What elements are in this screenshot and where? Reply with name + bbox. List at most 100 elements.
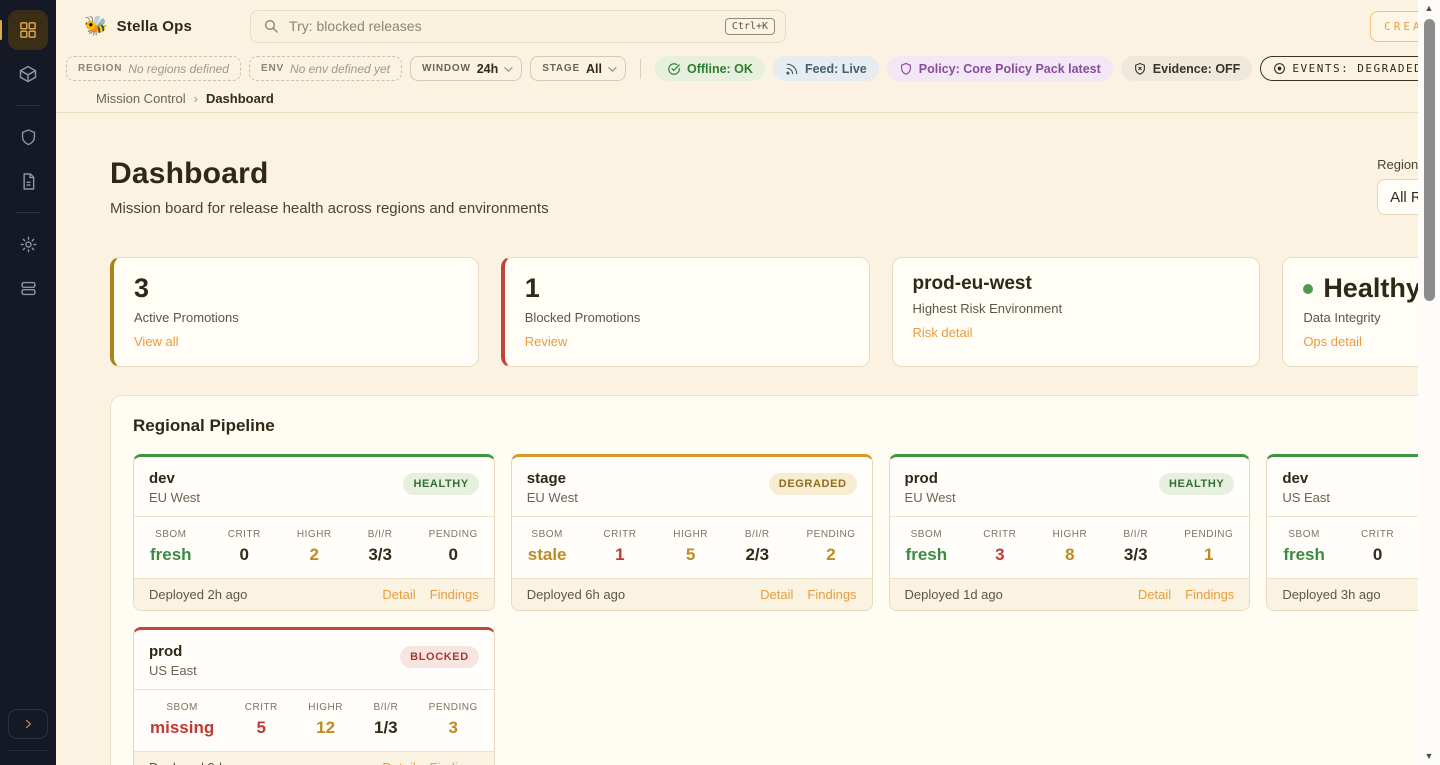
sidebar-item-security[interactable] (8, 117, 48, 157)
env-chip-label: ENV (261, 63, 284, 74)
sidebar-item-releases[interactable] (8, 54, 48, 94)
shield-icon (899, 62, 913, 76)
stat-header: HIGHR (297, 529, 332, 540)
offline-status-text: Offline: OK (687, 62, 753, 76)
rss-icon (785, 62, 799, 76)
detail-link[interactable]: Detail (1138, 587, 1171, 602)
window-chip-value: 24h (477, 62, 499, 76)
health-dot-icon (1303, 284, 1313, 294)
offline-status-pill[interactable]: Offline: OK (655, 56, 765, 81)
search-icon (263, 18, 279, 34)
status-badge: DEGRADED (769, 473, 857, 495)
brand: 🐝 Stella Ops (84, 14, 192, 38)
env-name: dev (1282, 470, 1330, 487)
detail-link[interactable]: Detail (760, 587, 793, 602)
blocked-promotions-card: 1 Blocked Promotions Review (501, 257, 870, 367)
sidebar-item-dashboard[interactable] (8, 10, 48, 50)
regional-pipeline-panel: Regional Pipeline All environments dev E… (110, 395, 1440, 765)
detail-link[interactable]: Detail (382, 760, 415, 765)
gear-icon (19, 235, 38, 254)
findings-link[interactable]: Findings (430, 760, 479, 765)
stage-chip[interactable]: STAGE All (530, 56, 626, 81)
region-chip[interactable]: REGION No regions defined (66, 56, 241, 81)
search-input[interactable] (289, 18, 725, 34)
stat-value: 0 (228, 545, 261, 565)
window-chip[interactable]: WINDOW 24h (410, 56, 522, 81)
stat-value: 1 (603, 545, 636, 565)
stat-header: PENDING (429, 702, 478, 713)
env-region: US East (1282, 490, 1330, 505)
evidence-status-pill[interactable]: Evidence: OFF (1121, 56, 1253, 81)
scroll-down-arrow[interactable]: ▼ (1425, 748, 1434, 764)
env-name: stage (527, 470, 578, 487)
sidebar-divider (15, 105, 41, 106)
env-card-prod-eu-west: prod EU West HEALTHY SBOMfresh CRITR3 HI… (889, 454, 1251, 611)
sidebar-item-settings[interactable] (8, 224, 48, 264)
active-indicator (0, 20, 2, 40)
sidebar-divider (15, 212, 41, 213)
shield-x-icon (1133, 62, 1147, 76)
stat-header: PENDING (429, 529, 478, 540)
stat-header: HIGHR (1052, 529, 1087, 540)
findings-link[interactable]: Findings (807, 587, 856, 602)
ops-detail-link[interactable]: Ops detail (1303, 334, 1362, 349)
sidebar-item-documents[interactable] (8, 161, 48, 201)
stat-value: fresh (906, 545, 948, 565)
env-card-prod-us-east: prod US East BLOCKED SBOMmissing CRITR5 … (133, 627, 495, 765)
deployed-text: Deployed 2h ago (149, 587, 247, 602)
panel-title: Regional Pipeline (133, 416, 275, 436)
region-chip-label: REGION (78, 63, 122, 74)
status-badge: BLOCKED (400, 646, 479, 668)
stat-header: HIGHR (308, 702, 343, 713)
findings-link[interactable]: Findings (1185, 587, 1234, 602)
scrollbar-thumb[interactable] (1424, 19, 1435, 301)
stat-header: B/I/R (368, 529, 393, 540)
stage-chip-label: STAGE (542, 63, 580, 74)
status-badge: HEALTHY (403, 473, 478, 495)
app-window: 🐝 Stella Ops Ctrl+K CREATE RELEASE (0, 0, 1440, 765)
env-region: EU West (527, 490, 578, 505)
policy-status-pill[interactable]: Policy: Core Policy Pack latest (887, 56, 1113, 81)
highest-risk-label: Highest Risk Environment (913, 301, 1240, 316)
scrollbar: ▲ ▼ (1418, 0, 1440, 765)
check-circle-icon (667, 62, 681, 76)
data-integrity-card: Healthy Data Integrity Ops detail (1282, 257, 1440, 367)
stat-header: SBOM (1283, 529, 1325, 540)
scroll-up-arrow[interactable]: ▲ (1425, 0, 1434, 16)
review-link[interactable]: Review (525, 334, 568, 349)
sidebar-expand-button[interactable] (8, 709, 48, 739)
sidebar-divider (8, 750, 48, 751)
document-icon (19, 172, 38, 191)
page-content: Dashboard Mission board for release heal… (56, 113, 1440, 765)
server-icon (19, 279, 38, 298)
events-status-pill[interactable]: EVENTS: DEGRADED (1260, 56, 1435, 81)
stat-value: 2 (806, 545, 855, 565)
brand-name: Stella Ops (117, 18, 192, 35)
stat-value: 5 (673, 545, 708, 565)
deployed-text: Deployed 3h ago (1282, 587, 1380, 602)
stat-header: CRITR (245, 702, 278, 713)
breadcrumb-parent[interactable]: Mission Control (96, 91, 186, 106)
feed-status-pill[interactable]: Feed: Live (773, 56, 879, 81)
stat-value: 2/3 (745, 545, 770, 565)
main-area: 🐝 Stella Ops Ctrl+K CREATE RELEASE (56, 0, 1440, 765)
global-search[interactable]: Ctrl+K (250, 10, 786, 43)
view-all-link[interactable]: View all (134, 334, 179, 349)
sidebar (0, 0, 56, 765)
stat-value: 1/3 (373, 718, 398, 738)
summary-cards: 3 Active Promotions View all 1 Blocked P… (110, 257, 1440, 367)
blocked-promotions-value: 1 (525, 274, 849, 304)
deployed-text: Deployed 3d ago (149, 760, 247, 765)
findings-link[interactable]: Findings (430, 587, 479, 602)
risk-detail-link[interactable]: Risk detail (913, 325, 973, 340)
deployed-text: Deployed 6h ago (527, 587, 625, 602)
stat-header: CRITR (983, 529, 1016, 540)
data-integrity-text: Healthy (1323, 274, 1421, 304)
stat-value: 1 (1184, 545, 1233, 565)
breadcrumb: Mission Control › Dashboard (56, 85, 1440, 113)
feed-status-text: Feed: Live (805, 62, 867, 76)
detail-link[interactable]: Detail (382, 587, 415, 602)
env-chip[interactable]: ENV No env defined yet (249, 56, 402, 81)
sidebar-item-infrastructure[interactable] (8, 268, 48, 308)
stat-header: CRITR (603, 529, 636, 540)
